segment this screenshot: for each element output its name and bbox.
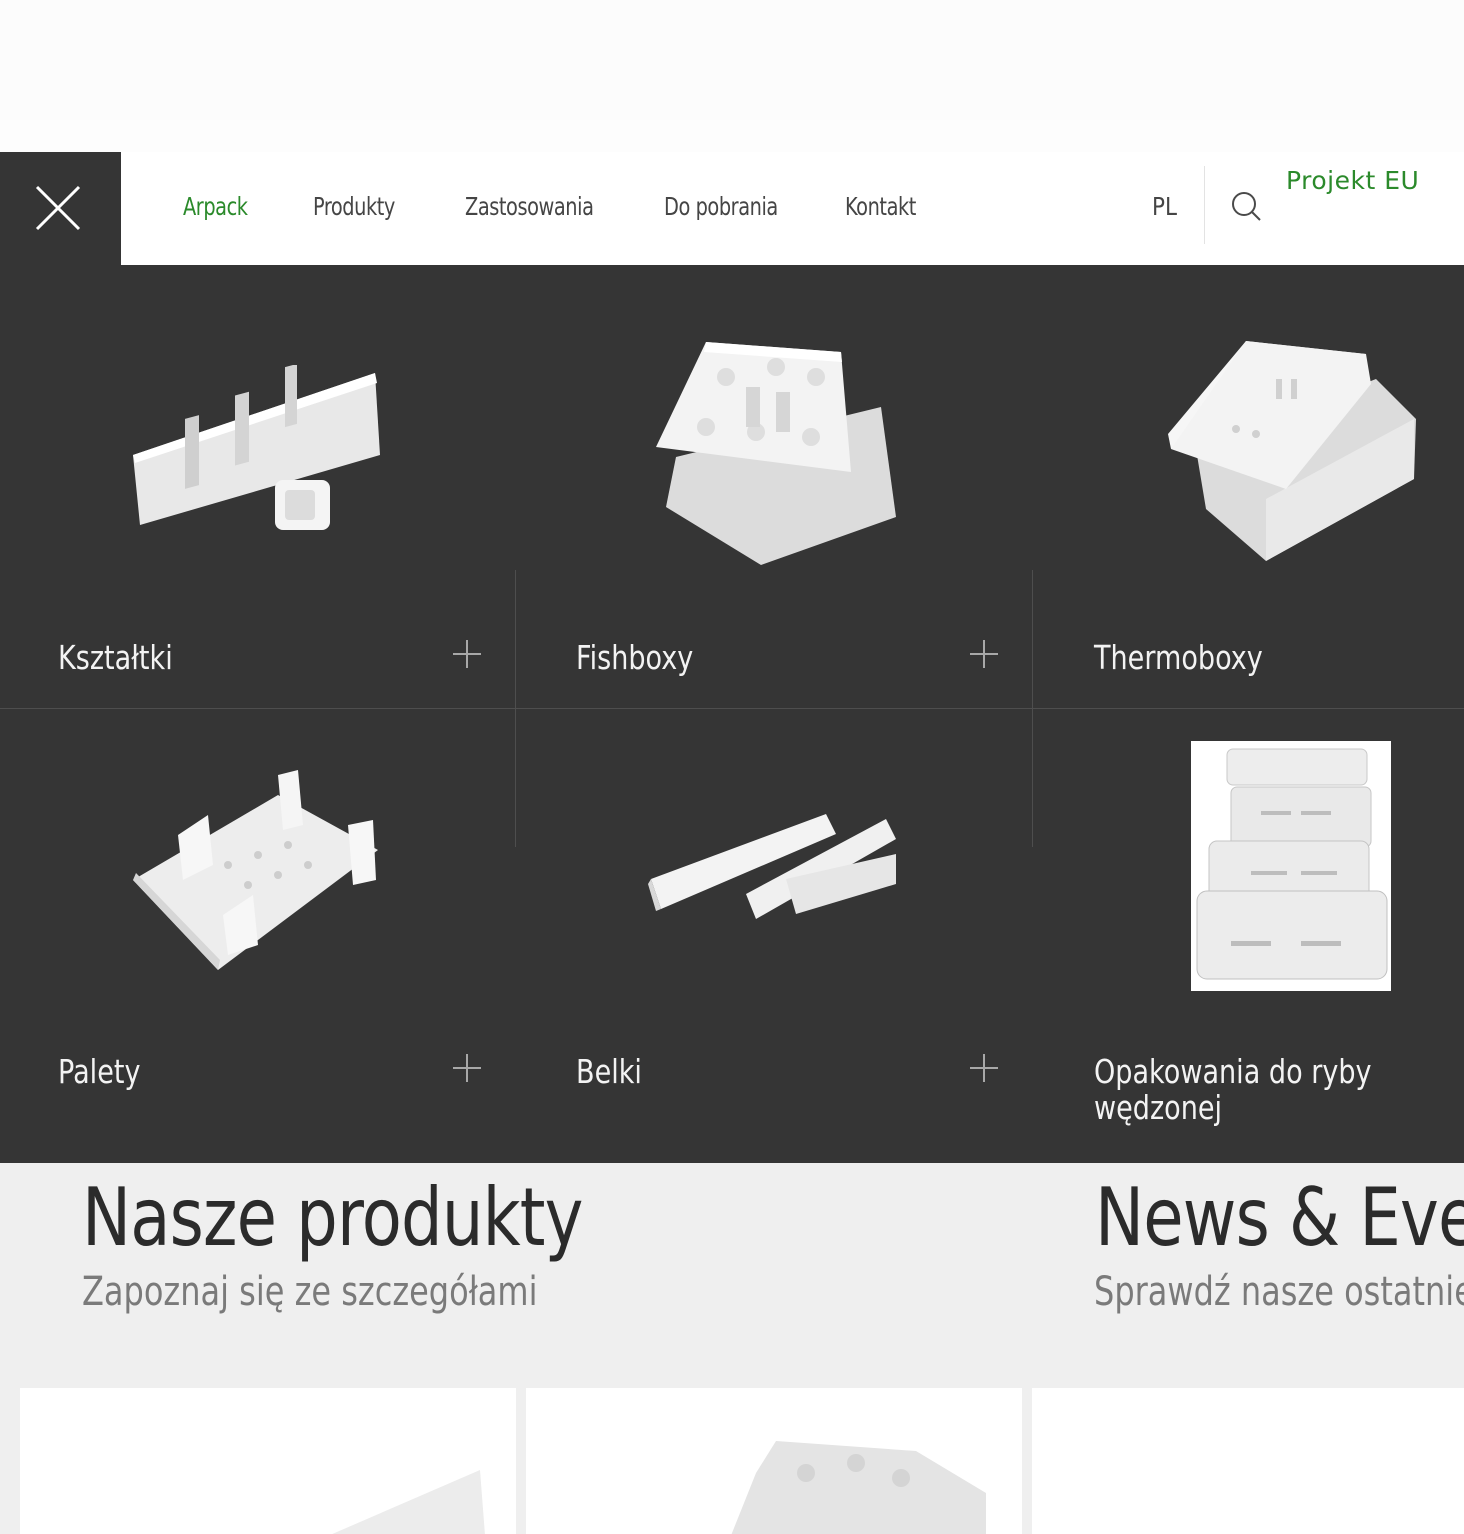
nav-item-do-pobrania[interactable]: Do pobrania: [664, 192, 778, 221]
thermoboxy-image: [1168, 341, 1416, 561]
palety-image: [133, 770, 378, 970]
tile-label: Thermoboxy: [1094, 638, 1263, 677]
nav-item-arpack[interactable]: Arpack: [183, 192, 248, 221]
tile-label: Belki: [576, 1052, 642, 1091]
smoked-fish-box-photo: [1191, 741, 1391, 991]
ksztaltki-image: [133, 365, 380, 530]
language-switch[interactable]: PL: [1152, 192, 1177, 221]
product-tile-ksztaltki[interactable]: Kształtki: [0, 265, 515, 708]
product-tile-thermoboxy[interactable]: Thermoboxy: [1033, 265, 1464, 708]
product-tile-belki[interactable]: Belki: [516, 709, 1032, 1163]
product-card[interactable]: [1032, 1388, 1464, 1534]
tile-label: Palety: [58, 1052, 141, 1091]
product-card-image: [731, 1441, 986, 1534]
close-menu-button[interactable]: [0, 152, 121, 265]
product-tile-opakowania-ryby-wedzonej[interactable]: Opakowania do ryby wędzonej: [1033, 709, 1464, 1163]
expand-plus-icon[interactable]: [970, 1054, 998, 1082]
fishboxy-image: [656, 342, 896, 565]
tile-label: Kształtki: [58, 638, 173, 677]
nav-item-produkty[interactable]: Produkty: [313, 192, 395, 221]
top-band: [0, 0, 1464, 120]
expand-plus-icon[interactable]: [453, 640, 481, 668]
tile-label: Fishboxy: [576, 638, 694, 677]
main-navbar: Arpack Produkty Zastosowania Do pobrania…: [0, 152, 1464, 265]
expand-plus-icon[interactable]: [970, 640, 998, 668]
nav-item-kontakt[interactable]: Kontakt: [845, 192, 916, 221]
product-card-image: [332, 1470, 485, 1534]
section-subtitle-products: Zapoznaj się ze szczegółami: [82, 1269, 538, 1315]
section-title-news[interactable]: News & Events: [1095, 1171, 1464, 1264]
nav-item-zastosowania[interactable]: Zastosowania: [465, 192, 594, 221]
product-card[interactable]: [526, 1388, 1022, 1534]
belki-image: [648, 814, 896, 919]
product-card[interactable]: [20, 1388, 516, 1534]
expand-plus-icon[interactable]: [453, 1054, 481, 1082]
search-icon: [1232, 192, 1261, 221]
products-mega-menu: Kształtki Fishboxy Thermoboxy Palety Bel…: [0, 265, 1464, 1163]
product-tile-palety[interactable]: Palety: [0, 709, 515, 1163]
tile-label: Opakowania do ryby wędzonej: [1094, 1052, 1372, 1128]
product-tile-fishboxy[interactable]: Fishboxy: [516, 265, 1032, 708]
section-title-products: Nasze produkty: [82, 1171, 583, 1264]
content-section: Nasze produkty Zapoznaj się ze szczegóła…: [0, 1163, 1464, 1534]
search-button[interactable]: [1228, 188, 1264, 224]
close-icon: [35, 185, 81, 231]
nav-divider: [1204, 166, 1205, 244]
projekt-eu-link[interactable]: Projekt EU: [1286, 166, 1419, 195]
section-subtitle-news: Sprawdź nasze ostatnie wydarzenia: [1094, 1269, 1464, 1315]
